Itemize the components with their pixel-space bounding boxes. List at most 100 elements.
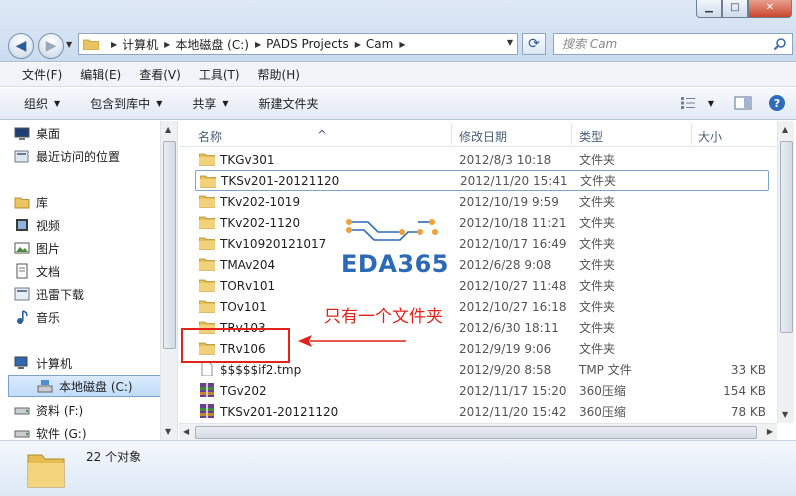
- sort-ascending-icon: ^: [317, 128, 328, 142]
- item-count: 22 个对象: [86, 450, 142, 464]
- maximize-button[interactable]: □: [722, 0, 748, 18]
- file-size: 33 KB: [730, 362, 766, 377]
- scroll-up-icon[interactable]: ▲: [782, 125, 788, 134]
- file-name: TOv101: [220, 299, 267, 314]
- file-name: TKv202-1120: [220, 215, 301, 230]
- nav-libraries[interactable]: 库: [14, 192, 49, 212]
- menu-view[interactable]: 查看(V): [139, 66, 181, 83]
- file-date: 2012/11/17 15:20: [459, 383, 567, 398]
- nav-music[interactable]: 音乐: [17, 307, 60, 327]
- refresh-button[interactable]: ⟳: [522, 33, 546, 55]
- file-list-scroll-thumb[interactable]: [780, 141, 793, 333]
- view-controls: ▼ ?: [668, 94, 786, 112]
- file-name: TORv101: [220, 278, 276, 293]
- breadcrumb-drive-c[interactable]: 本地磁盘 (C:) ▶: [175, 36, 266, 53]
- scroll-down-icon[interactable]: ▼: [782, 410, 788, 419]
- file-date: 2012/9/20 8:58: [459, 362, 552, 377]
- column-divider[interactable]: [451, 123, 452, 145]
- scroll-down-icon[interactable]: ▼: [165, 427, 171, 436]
- column-divider[interactable]: [571, 123, 572, 145]
- file-date: 2012/10/18 11:21: [459, 215, 567, 230]
- column-type[interactable]: 类型: [579, 128, 603, 145]
- file-list-hscroll-thumb[interactable]: [195, 426, 757, 439]
- pictures-library-icon: [14, 242, 30, 254]
- file-type: TMP 文件: [579, 363, 632, 377]
- file-row[interactable]: TMAv204 2012/6/28 9:08 文件夹: [195, 254, 769, 275]
- nav-videos[interactable]: 视频: [16, 215, 60, 235]
- file-type: 360压缩: [579, 405, 626, 419]
- file-row[interactable]: TKv202-1120 2012/10/18 11:21 文件夹: [195, 212, 769, 233]
- nav-local-disk-c[interactable]: 本地磁盘 (C:): [8, 375, 162, 397]
- file-row[interactable]: TORv101 2012/10/27 11:48 文件夹: [195, 275, 769, 296]
- nav-label: 最近访问的位置: [36, 149, 121, 164]
- file-row[interactable]: TOv101 2012/10/27 16:18 文件夹: [195, 296, 769, 317]
- file-list-vscrollbar[interactable]: ▲ ▼: [777, 121, 794, 423]
- scroll-up-icon[interactable]: ▲: [165, 125, 171, 134]
- file-row[interactable]: TKGv301 2012/8/3 10:18 文件夹: [195, 149, 769, 170]
- nav-pictures[interactable]: 图片: [14, 238, 61, 258]
- recent-pages-dropdown[interactable]: ▼: [66, 40, 72, 49]
- file-name: TKv202-1019: [220, 194, 301, 209]
- nav-computer[interactable]: 计算机: [14, 353, 72, 373]
- include-library-button[interactable]: 包含到库中 ▼: [90, 95, 162, 112]
- search-input[interactable]: 搜索 Cam: [553, 33, 793, 55]
- help-icon[interactable]: ?: [768, 94, 786, 112]
- nav-thunder-downloads[interactable]: 迅雷下载: [14, 284, 84, 304]
- file-name: TKGv301: [220, 152, 275, 167]
- file-date: 2012/6/28 9:08: [459, 257, 552, 272]
- file-row[interactable]: TKSv201-20121120 2012/11/20 15:41 文件夹: [195, 170, 769, 191]
- preview-pane-icon[interactable]: [734, 96, 752, 110]
- nav-drive-g[interactable]: 软件 (G:): [14, 423, 87, 440]
- library-icon: [14, 197, 30, 209]
- computer-icon: [14, 356, 28, 369]
- forward-arrow-icon: ▶: [45, 38, 57, 54]
- new-folder-button[interactable]: 新建文件夹: [259, 95, 319, 112]
- share-button[interactable]: 共享 ▼: [192, 95, 228, 112]
- file-list: ^ 名称 修改日期 类型 大小 TKGv301 2012/8/3 10:18 文件夹…: [179, 121, 796, 440]
- folder-icon: [83, 39, 99, 50]
- change-view-icon[interactable]: [680, 96, 696, 110]
- column-size[interactable]: 大小: [698, 128, 722, 145]
- nav-label: 图片: [36, 241, 61, 256]
- file-type: 360压缩: [579, 384, 626, 398]
- close-button[interactable]: ✕: [748, 0, 792, 18]
- nav-desktop[interactable]: 桌面: [14, 123, 60, 143]
- nav-label: 库: [36, 195, 49, 210]
- breadcrumb-cam[interactable]: Cam ▶: [366, 37, 411, 51]
- menu-help[interactable]: 帮助(H): [258, 66, 300, 83]
- view-dropdown-icon[interactable]: ▼: [708, 99, 714, 108]
- column-divider[interactable]: [691, 123, 692, 145]
- address-bar[interactable]: ▶ 计算机 ▶ 本地磁盘 (C:) ▶ PADS Projects ▶ Cam ▶ ▼: [78, 33, 518, 55]
- file-list-hscrollbar[interactable]: ◀ ▶: [179, 423, 777, 440]
- file-size: 78 KB: [730, 404, 766, 419]
- search-icon[interactable]: [773, 37, 787, 51]
- menu-edit[interactable]: 编辑(E): [80, 66, 121, 83]
- file-date: 2012/10/17 16:49: [459, 236, 567, 251]
- file-row[interactable]: TGv202 2012/11/17 15:20 360压缩 154 KB: [195, 380, 769, 401]
- file-row[interactable]: TKv202-1019 2012/10/19 9:59 文件夹: [195, 191, 769, 212]
- nav-documents[interactable]: 文档: [16, 261, 60, 281]
- nav-scroll-thumb[interactable]: [163, 141, 176, 349]
- breadcrumb-computer[interactable]: 计算机 ▶: [122, 36, 175, 53]
- annotation-arrow-icon: [298, 335, 406, 347]
- scroll-left-icon[interactable]: ◀: [183, 427, 189, 436]
- organize-button[interactable]: 组织 ▼: [24, 95, 60, 112]
- nav-recent-places[interactable]: 最近访问的位置: [14, 146, 121, 166]
- breadcrumb-pads-projects[interactable]: PADS Projects ▶: [266, 37, 366, 51]
- nav-drive-f[interactable]: 资料 (F:): [14, 400, 83, 420]
- address-dropdown[interactable]: ▼: [507, 38, 513, 47]
- forward-button[interactable]: ▶: [38, 33, 64, 59]
- minimize-button[interactable]: ▁: [696, 0, 722, 18]
- file-row[interactable]: TKSv201-20121120 2012/11/20 15:42 360压缩 78 …: [195, 401, 769, 422]
- file-name: TKSv201-20121120: [221, 173, 340, 188]
- back-button[interactable]: ◀: [8, 33, 34, 59]
- menu-tools[interactable]: 工具(T): [199, 66, 240, 83]
- nav-scrollbar[interactable]: ▲ ▼: [160, 121, 177, 440]
- file-row[interactable]: TKv10920121017 2012/10/17 16:49 文件夹: [195, 233, 769, 254]
- file-date: 2012/11/20 15:41: [460, 173, 568, 188]
- scroll-right-icon[interactable]: ▶: [767, 427, 773, 436]
- breadcrumb-sep-0[interactable]: ▶: [105, 40, 122, 49]
- column-name[interactable]: 名称: [198, 128, 222, 145]
- menu-file[interactable]: 文件(F): [22, 66, 62, 83]
- column-date[interactable]: 修改日期: [459, 128, 507, 145]
